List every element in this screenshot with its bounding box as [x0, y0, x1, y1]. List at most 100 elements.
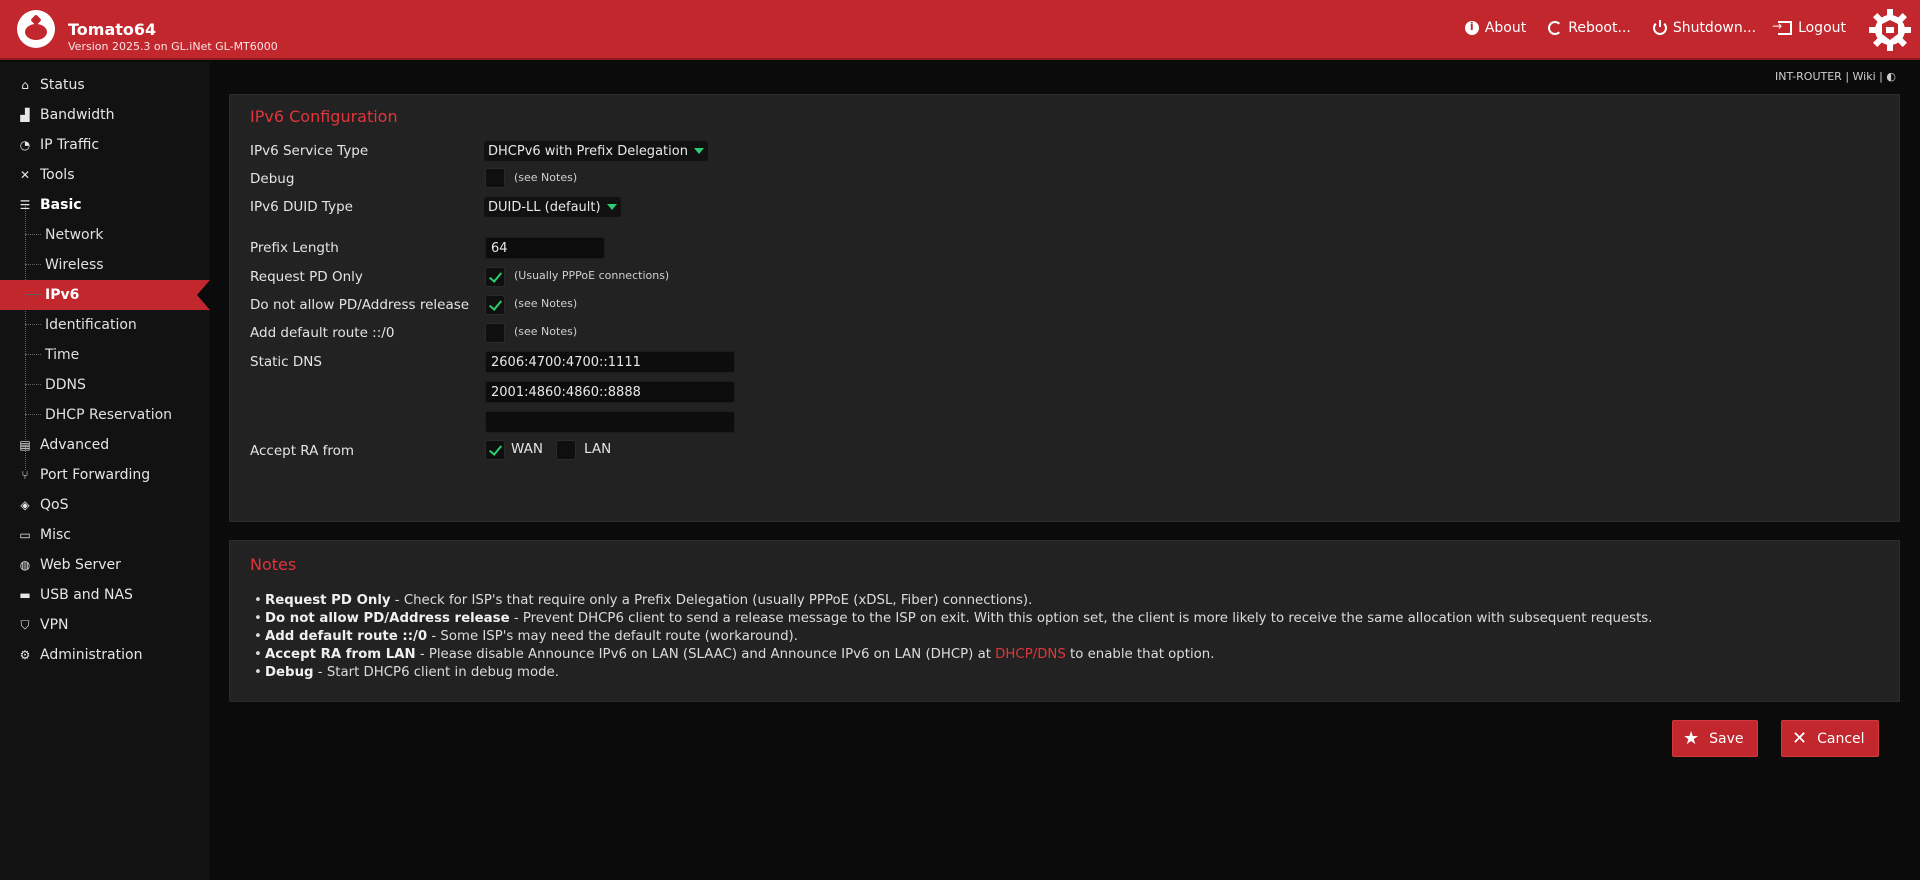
note-term: Do not allow PD/Address release [265, 611, 510, 626]
logout-link[interactable]: Logout [1772, 19, 1846, 36]
sidebar-item-qos[interactable]: ◈ QoS [0, 490, 210, 520]
dhcp-dns-link[interactable]: DHCP/DNS [995, 647, 1066, 662]
shutdown-link[interactable]: Shutdown... [1652, 20, 1756, 36]
request-pd-checkbox[interactable] [485, 267, 505, 287]
top-nav: About Reboot... Shutdown... Logout [1464, 19, 1846, 36]
default-route-checkbox[interactable] [485, 323, 505, 343]
reboot-icon [1548, 21, 1563, 35]
subitem-label: DHCP Reservation [45, 407, 173, 423]
top-header: Tomato64 Version 2025.3 on GL.iNet GL-MT… [0, 0, 1920, 60]
sidebar-item-advanced[interactable]: ▤ Advanced [0, 430, 210, 460]
globe-icon: ◍ [19, 558, 31, 572]
hostname-text: INT-ROUTER [1775, 70, 1842, 83]
sidebar-item-misc[interactable]: ▭ Misc [0, 520, 210, 550]
sidebar-item-label: IP Traffic [40, 137, 100, 153]
sidebar-item-label: Status [40, 77, 85, 93]
accept-ra-wan-checkbox[interactable] [485, 440, 505, 460]
cancel-label: Cancel [1817, 730, 1865, 747]
request-pd-hint: (Usually PPPoE connections) [514, 269, 670, 282]
sidebar-subitem-wireless[interactable]: Wireless [0, 250, 210, 280]
sidebar-subitem-identification[interactable]: Identification [0, 310, 210, 340]
note-text: to enable that option. [1065, 647, 1215, 662]
sidebar-item-label: Port Forwarding [40, 467, 151, 483]
sidebar-item-ip-traffic[interactable]: ◔ IP Traffic [0, 130, 210, 160]
about-link[interactable]: About [1464, 20, 1527, 36]
sidebar-subitem-network[interactable]: Network [0, 220, 210, 250]
sidebar-item-web-server[interactable]: ◍ Web Server [0, 550, 210, 580]
subitem-label: Wireless [45, 257, 104, 273]
home-icon: ⌂ [21, 78, 29, 92]
debug-label: Debug [250, 171, 295, 187]
prefix-length-label: Prefix Length [250, 240, 339, 256]
no-release-label: Do not allow PD/Address release [250, 297, 470, 313]
service-type-label: IPv6 Service Type [250, 143, 369, 159]
separator: | [1879, 70, 1883, 83]
sidebar-item-usb-nas[interactable]: ▬ USB and NAS [0, 580, 210, 610]
no-release-checkbox[interactable] [485, 295, 505, 315]
fork-icon: ⑂ [21, 468, 29, 482]
save-button[interactable]: ★ Save [1672, 720, 1758, 757]
note-term: Accept RA from LAN [265, 647, 416, 662]
panel-title: IPv6 Configuration [250, 107, 398, 126]
static-dns-label: Static DNS [250, 354, 322, 370]
cancel-button[interactable]: ✕ Cancel [1781, 720, 1879, 757]
close-icon: ✕ [1792, 727, 1808, 749]
sidebar-item-label: Misc [40, 527, 71, 543]
debug-checkbox[interactable] [485, 168, 505, 188]
note-item: Request PD Only - Check for ISP's that r… [254, 592, 1652, 610]
sidebar-subitem-time[interactable]: Time [0, 340, 210, 370]
duid-label: IPv6 DUID Type [250, 199, 353, 215]
tomato-logo-icon[interactable] [17, 10, 55, 48]
service-type-select[interactable]: DHCPv6 with Prefix Delegation [484, 141, 708, 161]
note-item: Debug - Start DHCP6 client in debug mode… [254, 664, 1652, 682]
subitem-label: Identification [45, 317, 137, 333]
save-label: Save [1709, 730, 1744, 747]
logout-icon [1772, 19, 1793, 35]
theme-toggle-icon[interactable]: ◐ [1886, 70, 1896, 83]
prefix-length-input[interactable]: 64 [485, 237, 605, 259]
version-text: Version 2025.3 on GL.iNet GL-MT6000 [68, 40, 278, 53]
default-route-label: Add default route ::/0 [250, 325, 395, 341]
accept-ra-wan-label: WAN [511, 441, 543, 457]
note-text: - Please disable Announce IPv6 on LAN (S… [415, 647, 996, 662]
sidebar-item-bandwidth[interactable]: ▟ Bandwidth [0, 100, 210, 130]
power-icon [1652, 20, 1667, 35]
static-dns-input-2[interactable]: 2001:4860:4860::8888 [485, 381, 735, 403]
static-dns-input-3[interactable] [485, 411, 735, 433]
service-type-value: DHCPv6 with Prefix Delegation [488, 143, 688, 159]
note-term: Request PD Only [265, 593, 391, 608]
accept-ra-lan-label: LAN [584, 441, 612, 457]
sidebar-subitem-dhcp-reservation[interactable]: DHCP Reservation [0, 400, 210, 430]
subitem-label: IPv6 [45, 287, 80, 303]
cast-icon: ▭ [19, 528, 31, 542]
pie-icon: ◔ [19, 138, 31, 152]
sidebar-subitem-ipv6[interactable]: IPv6 [0, 280, 210, 310]
sidebar-item-label: Bandwidth [40, 107, 115, 123]
brand-title: Tomato64 [68, 20, 157, 39]
sidebar-item-basic[interactable]: ☰ Basic [0, 190, 210, 220]
wiki-link[interactable]: Wiki [1853, 70, 1876, 83]
note-text: - Some ISP's may need the default route … [427, 629, 798, 644]
folder-icon: ▬ [19, 588, 31, 602]
sidebar-item-tools[interactable]: ✕ Tools [0, 160, 210, 190]
duid-select[interactable]: DUID-LL (default) [484, 197, 621, 217]
sidebar-item-label: Advanced [40, 437, 110, 453]
sidebar-item-port-forwarding[interactable]: ⑂ Port Forwarding [0, 460, 210, 490]
sidebar-item-status[interactable]: ⌂ Status [0, 70, 210, 100]
sidebar-item-vpn[interactable]: ⛉ VPN [0, 610, 210, 640]
static-dns-input-1[interactable]: 2606:4700:4700::1111 [485, 351, 735, 373]
ipv6-config-panel: IPv6 Configuration [229, 94, 1900, 522]
gear-icon: ⚙ [19, 648, 31, 662]
note-text: - Start DHCP6 client in debug mode. [313, 665, 559, 680]
about-label: About [1484, 20, 1527, 36]
no-release-hint: (see Notes) [514, 297, 578, 310]
sidebar-item-administration[interactable]: ⚙ Administration [0, 640, 210, 670]
gear-logo-icon [1869, 9, 1911, 51]
reboot-link[interactable]: Reboot... [1548, 20, 1631, 36]
sidebar-item-label: Administration [40, 647, 143, 663]
info-icon [1464, 20, 1479, 35]
sidebar-subitem-ddns[interactable]: DDNS [0, 370, 210, 400]
request-pd-label: Request PD Only [250, 269, 363, 285]
accept-ra-lan-checkbox[interactable] [556, 440, 576, 460]
sidebar: ⌂ Status ▟ Bandwidth ◔ IP Traffic ✕ Tools ☰ B… [0, 62, 210, 880]
